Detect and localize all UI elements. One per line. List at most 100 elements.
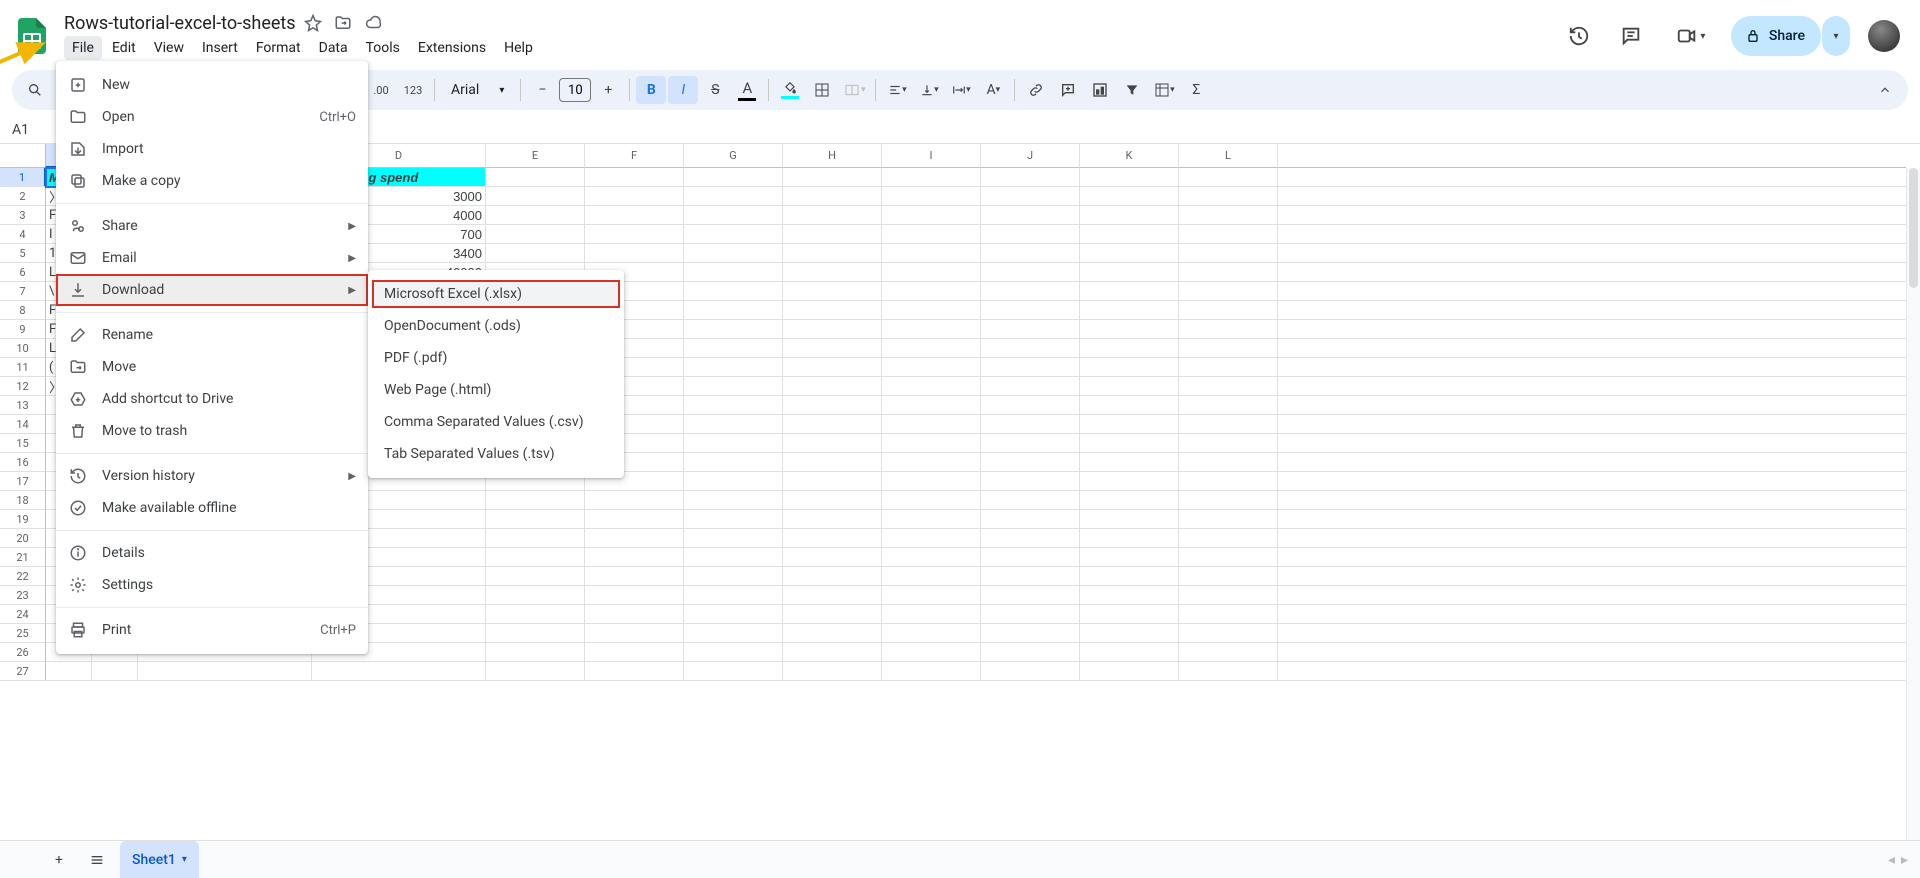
format-number-icon[interactable]: 123 [398,76,428,104]
filter-views-button[interactable]: ▾ [1149,76,1179,104]
cell-L6[interactable] [1179,263,1278,282]
col-header-F[interactable]: F [585,144,684,168]
cell-H10[interactable] [783,339,882,358]
cell-L27[interactable] [1179,662,1278,681]
fill-color-button[interactable] [775,76,805,104]
cell-I13[interactable] [882,396,981,415]
cell-F20[interactable] [585,529,684,548]
halign-button[interactable]: ▾ [882,76,912,104]
download-tab[interactable]: Tab Separated Values (.tsv) [368,438,624,470]
functions-button[interactable]: Σ [1181,76,1211,104]
cell-K1[interactable] [1080,168,1179,187]
cell-J1[interactable] [981,168,1080,187]
cell-J20[interactable] [981,529,1080,548]
file-menu-import[interactable]: Import [56,133,368,165]
cell-J13[interactable] [981,396,1080,415]
cell-I10[interactable] [882,339,981,358]
cell-I2[interactable] [882,187,981,206]
cell-K23[interactable] [1080,586,1179,605]
file-menu-make-a-copy[interactable]: Make a copy [56,165,368,197]
cell-K8[interactable] [1080,301,1179,320]
cell-J18[interactable] [981,491,1080,510]
cell-L20[interactable] [1179,529,1278,548]
cell-H17[interactable] [783,472,882,491]
file-menu-open[interactable]: OpenCtrl+O [56,101,368,133]
vertical-scrollbar[interactable] [1906,168,1920,840]
rotate-button[interactable]: A▾ [978,76,1008,104]
cell-H27[interactable] [783,662,882,681]
file-menu-download[interactable]: Download▶ [56,274,368,306]
cell-G27[interactable] [684,662,783,681]
cell-I21[interactable] [882,548,981,567]
row-header-13[interactable]: 13 [0,396,46,415]
cell-G1[interactable] [684,168,783,187]
cell-C27[interactable] [138,662,312,681]
cell-I11[interactable] [882,358,981,377]
collapse-toolbar-icon[interactable] [1870,76,1900,104]
cell-E27[interactable] [486,662,585,681]
row-header-16[interactable]: 16 [0,453,46,472]
cell-H12[interactable] [783,377,882,396]
cell-G10[interactable] [684,339,783,358]
cell-E1[interactable] [486,168,585,187]
col-header-L[interactable]: L [1179,144,1278,168]
cell-B27[interactable] [92,662,138,681]
row-header-20[interactable]: 20 [0,529,46,548]
cell-L4[interactable] [1179,225,1278,244]
cell-J25[interactable] [981,624,1080,643]
cell-L12[interactable] [1179,377,1278,396]
cell-K6[interactable] [1080,263,1179,282]
cell-L13[interactable] [1179,396,1278,415]
row-header-26[interactable]: 26 [0,643,46,662]
cell-L5[interactable] [1179,244,1278,263]
cell-E19[interactable] [486,510,585,529]
cell-I7[interactable] [882,282,981,301]
cell-L22[interactable] [1179,567,1278,586]
chevron-down-icon[interactable]: ▾ [182,854,187,865]
cell-L18[interactable] [1179,491,1278,510]
cell-L23[interactable] [1179,586,1278,605]
cell-J9[interactable] [981,320,1080,339]
cell-I17[interactable] [882,472,981,491]
cell-K26[interactable] [1080,643,1179,662]
cell-J10[interactable] [981,339,1080,358]
cell-K25[interactable] [1080,624,1179,643]
cell-I20[interactable] [882,529,981,548]
cell-E25[interactable] [486,624,585,643]
cell-J8[interactable] [981,301,1080,320]
cell-F23[interactable] [585,586,684,605]
cell-J4[interactable] [981,225,1080,244]
file-menu-make-available-offline[interactable]: Make available offline [56,492,368,524]
cell-G24[interactable] [684,605,783,624]
cell-J3[interactable] [981,206,1080,225]
merge-button[interactable]: ▾ [839,76,869,104]
cell-G6[interactable] [684,263,783,282]
select-all-corner[interactable] [0,144,46,168]
cell-H15[interactable] [783,434,882,453]
name-box[interactable]: A1 [12,122,52,138]
cell-I8[interactable] [882,301,981,320]
cell-L16[interactable] [1179,453,1278,472]
row-header-10[interactable]: 10 [0,339,46,358]
row-header-7[interactable]: 7 [0,282,46,301]
file-menu-new[interactable]: New [56,69,368,101]
menu-edit[interactable]: Edit [104,36,144,60]
cell-J23[interactable] [981,586,1080,605]
cell-E5[interactable] [486,244,585,263]
cell-L8[interactable] [1179,301,1278,320]
link-button[interactable] [1021,76,1051,104]
cell-L17[interactable] [1179,472,1278,491]
cell-E18[interactable] [486,491,585,510]
row-header-22[interactable]: 22 [0,567,46,586]
file-menu-rename[interactable]: Rename [56,319,368,351]
insert-chart-button[interactable] [1085,76,1115,104]
cell-I23[interactable] [882,586,981,605]
cell-L24[interactable] [1179,605,1278,624]
cell-I27[interactable] [882,662,981,681]
cell-E2[interactable] [486,187,585,206]
valign-button[interactable]: ▾ [914,76,944,104]
row-header-24[interactable]: 24 [0,605,46,624]
history-icon[interactable] [1559,16,1599,56]
cell-D27[interactable] [312,662,486,681]
cell-I25[interactable] [882,624,981,643]
